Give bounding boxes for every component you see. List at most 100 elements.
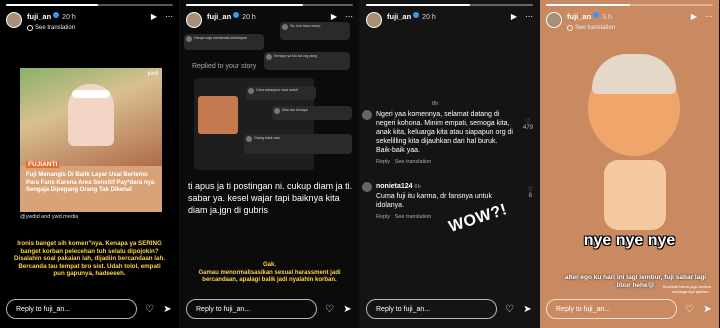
reply-input[interactable]: Reply to fuji_an...: [546, 299, 677, 319]
mini-comment: Hanya saja menikmati kehidupan: [184, 34, 264, 50]
username[interactable]: fuji_an: [207, 12, 231, 21]
avatar: [362, 182, 372, 192]
avatar[interactable]: [6, 12, 22, 28]
comment: 8h Ngeri yaa komennya, selamat datang di…: [362, 101, 513, 167]
timestamp: 20 h: [242, 14, 256, 21]
progress-bar: [6, 4, 173, 6]
verified-icon: [413, 11, 420, 18]
replied-label: Replied to your story: [192, 63, 257, 70]
like-count: 479: [522, 125, 533, 131]
story-panel-2[interactable]: fuji_an 20 h ▶ ⋯ Hanya saja menikmati kehi…: [180, 0, 360, 328]
progress-fill: [546, 4, 630, 6]
story-footer: Reply to fuji_an... ♡ ➤: [546, 298, 713, 320]
mini-comment: Mau tau kenapa: [272, 106, 352, 120]
see-translation[interactable]: See translation: [567, 23, 686, 33]
story-text: Gak. Gamau menormalisasikan sexual haras…: [198, 262, 341, 284]
comment-time: 6h: [414, 184, 421, 190]
heart-icon: ♡: [527, 187, 533, 193]
character-hat: [592, 54, 676, 94]
character-body: [604, 160, 666, 230]
username[interactable]: fuji_an: [567, 12, 591, 21]
thumbnail-image: [198, 96, 238, 134]
more-icon[interactable]: ⋯: [165, 12, 173, 21]
story-footer: Reply to fuji_an... ♡ ➤: [6, 298, 173, 320]
avatar[interactable]: [366, 12, 382, 28]
timestamp: 20 h: [62, 14, 76, 21]
see-translation-label: See translation: [575, 25, 616, 31]
send-icon[interactable]: ➤: [522, 304, 533, 315]
mini-comment: Cara walaupun rasa salah: [246, 86, 316, 100]
play-icon[interactable]: ▶: [511, 12, 517, 21]
reply-input[interactable]: Reply to fuji_an...: [366, 299, 497, 319]
credit-text[interactable]: @ywdid and ywd.media: [20, 214, 78, 220]
story-text: Ironis banget sih komen"nya. Kenapa ya S…: [14, 240, 165, 278]
story-header: fuji_an 3 h See translation ▶ ⋯: [546, 10, 713, 38]
reply-link[interactable]: Reply: [376, 159, 390, 165]
avatar[interactable]: [546, 12, 562, 28]
play-icon[interactable]: ▶: [331, 12, 337, 21]
progress-fill: [6, 4, 98, 6]
story-panel-4[interactable]: fuji_an 3 h See translation ▶ ⋯ nye nye ny…: [540, 0, 720, 328]
play-icon[interactable]: ▶: [151, 12, 157, 21]
cartoon-character: [570, 50, 698, 250]
comment-text: Ngeri yaa komennya, selamat datang di ne…: [376, 111, 513, 154]
see-translation-label: See translation: [35, 25, 76, 31]
reply-input[interactable]: Reply to fuji_an...: [186, 299, 317, 319]
globe-icon: [27, 25, 33, 31]
see-translation[interactable]: See translation: [27, 23, 146, 33]
brand-logo: ywd: [147, 71, 158, 77]
comment-text: Cuma fuji itu karma, dr fansnya untuk id…: [376, 193, 492, 209]
visor-shape: [72, 90, 110, 98]
mini-comment: Sa, kok bisa mcmp: [280, 22, 350, 40]
mini-comment: Orang tidak ada: [244, 134, 352, 154]
play-icon[interactable]: ▶: [691, 12, 697, 21]
timestamp: 3 h: [602, 14, 612, 21]
send-icon[interactable]: ➤: [702, 304, 713, 315]
reply-input[interactable]: Reply to fuji_an...: [6, 299, 137, 319]
mini-comment: Kenapa ya klo ad org yang: [264, 52, 350, 70]
see-translation[interactable]: See translation: [395, 214, 432, 220]
username[interactable]: fuji_an: [387, 12, 411, 21]
reply-link[interactable]: Reply: [376, 214, 390, 220]
more-icon[interactable]: ⋯: [345, 12, 353, 21]
avatar: [362, 110, 372, 120]
comment-time: 8h: [432, 101, 439, 107]
comment-user[interactable]: nonieta124: [376, 183, 413, 190]
more-icon[interactable]: ⋯: [525, 12, 533, 21]
heart-icon: ♡: [525, 119, 531, 125]
see-translation[interactable]: See translation: [395, 159, 432, 165]
reply-text: ti apus ja ti postingan ni. cukup diam j…: [188, 181, 353, 215]
story-strip: fuji_an 20 h See translation ▶ ⋯ ywd FUJIA…: [0, 0, 720, 328]
timestamp: 20 h: [422, 14, 436, 21]
like-count: 8: [528, 193, 532, 199]
send-icon[interactable]: ➤: [162, 304, 173, 315]
progress-bar: [186, 4, 353, 6]
name-tag: FUJIANTI: [26, 161, 60, 168]
username[interactable]: fuji_an: [27, 12, 51, 21]
verified-icon: [53, 11, 60, 18]
news-caption: Fuji Menangis Di Balik Layar Usai Bertem…: [26, 172, 155, 193]
heart-icon[interactable]: ♡: [324, 304, 335, 315]
heart-icon[interactable]: ♡: [684, 304, 695, 315]
heart-icon[interactable]: ♡: [504, 304, 515, 315]
progress-fill: [186, 4, 303, 6]
small-caption: Sesekali harus jugo lembur menjaga tapi …: [662, 284, 711, 294]
progress-fill: [366, 4, 470, 6]
story-footer: Reply to fuji_an... ♡ ➤: [366, 298, 533, 320]
story-header: fuji_an 20 h See translation ▶ ⋯: [6, 10, 173, 38]
progress-bar: [546, 4, 713, 6]
avatar[interactable]: [186, 12, 202, 28]
globe-icon: [567, 25, 573, 31]
story-header: fuji_an 20 h ▶ ⋯: [366, 10, 533, 38]
progress-bar: [366, 4, 533, 6]
like-button[interactable]: ♡ 8: [528, 186, 533, 199]
news-card: ywd FUJIANTI Fuji Menangis Di Balik Laya…: [20, 68, 162, 212]
story-panel-3[interactable]: fuji_an 20 h ▶ ⋯ 8h Ngeri yaa komennya, se…: [360, 0, 540, 328]
heart-icon[interactable]: ♡: [144, 304, 155, 315]
more-icon[interactable]: ⋯: [705, 12, 713, 21]
meme-text: nye nye nye: [583, 232, 676, 249]
like-button[interactable]: ♡ 479: [523, 118, 533, 131]
story-panel-1[interactable]: fuji_an 20 h See translation ▶ ⋯ ywd FUJIA…: [0, 0, 180, 328]
story-footer: Reply to fuji_an... ♡ ➤: [186, 298, 353, 320]
send-icon[interactable]: ➤: [342, 304, 353, 315]
